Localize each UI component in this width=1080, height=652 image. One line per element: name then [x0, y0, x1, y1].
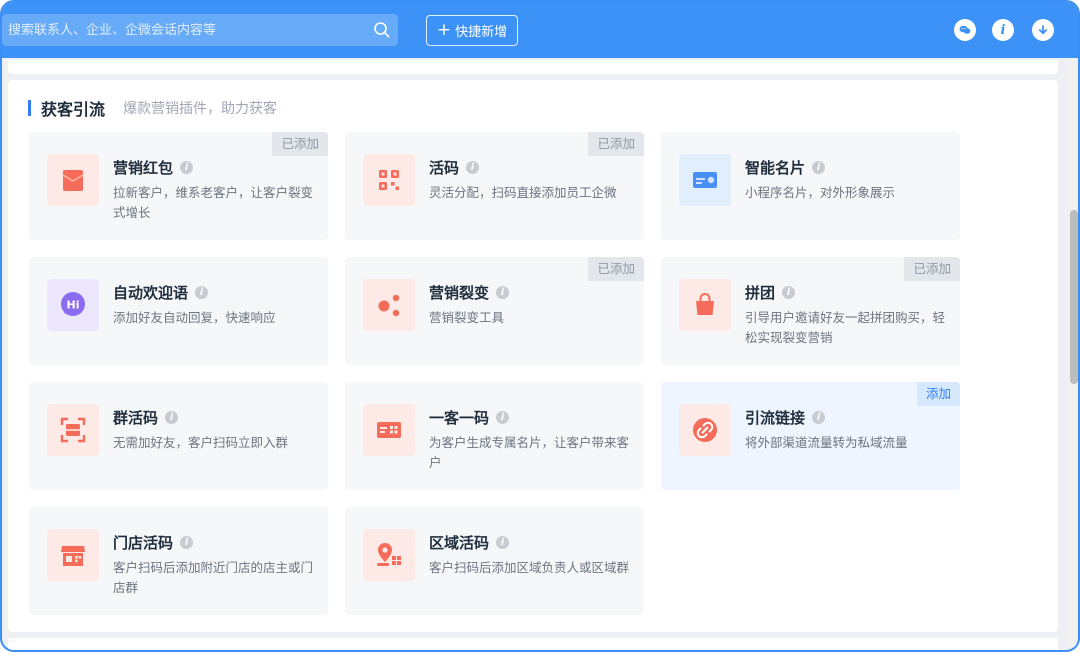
info-icon[interactable]: i: [165, 411, 179, 424]
plugin-card-welcome-message[interactable]: Hi 自动欢迎语 i 添加好友自动回复，快速响应: [29, 257, 328, 365]
added-badge: 已添加: [588, 132, 644, 156]
card-description: 小程序名片，对外形象展示: [745, 185, 896, 200]
info-icon[interactable]: i: [496, 286, 510, 299]
scrollbar-thumb[interactable]: [1070, 210, 1078, 384]
plugin-card-smart-card[interactable]: 智能名片 i 小程序名片，对外形象展示: [661, 132, 960, 240]
info-icon[interactable]: i: [496, 411, 510, 424]
next-section-edge: [8, 638, 1058, 650]
card-title: 群活码: [113, 409, 159, 427]
card-description: 无需加好友，客户扫码立即入群: [113, 435, 289, 450]
card-description: 客户扫码后添加附近门店的店主或门店群: [113, 560, 314, 595]
search-box[interactable]: [2, 14, 398, 46]
search-input[interactable]: [8, 22, 366, 38]
card-description: 客户扫码后添加区域负责人或区域群: [429, 560, 630, 575]
card-description: 营销裂变工具: [429, 310, 505, 325]
card-title: 营销裂变: [429, 284, 490, 302]
info-icon[interactable]: i: [180, 536, 194, 549]
qr-code-icon: [363, 154, 415, 206]
scan-group-icon: [47, 404, 99, 456]
info-icon[interactable]: i: [992, 19, 1014, 41]
card-title: 智能名片: [745, 159, 806, 177]
info-icon[interactable]: i: [180, 161, 194, 174]
card-description: 灵活分配，扫码直接添加员工企微: [429, 185, 617, 200]
card-title: 营销红包: [113, 159, 174, 177]
card-title: 拼团: [745, 284, 776, 302]
quick-add-button[interactable]: + 快捷新增: [426, 15, 518, 46]
plugin-card-store-code[interactable]: 门店活码 i 客户扫码后添加附近门店的店主或门店群: [29, 507, 328, 615]
card-title: 门店活码: [113, 534, 174, 552]
plugin-card-one-customer-code[interactable]: 一客一码 i 为客户生成专属名片，让客户带来客户: [345, 382, 644, 490]
red-envelope-icon: [47, 154, 99, 206]
download-icon[interactable]: [1032, 19, 1054, 41]
added-badge: 已添加: [904, 257, 960, 281]
app-window: + 快捷新增 i 获客引流 爆款营销插件，助力获客 已添加 营销红包 i 拉新客户…: [0, 0, 1080, 652]
plugin-card-region-code[interactable]: 区域活码 i 客户扫码后添加区域负责人或区域群: [345, 507, 644, 615]
top-bar: + 快捷新增 i: [2, 2, 1078, 58]
card-description: 将外部渠道流量转为私域流量: [745, 435, 908, 450]
info-icon[interactable]: i: [496, 536, 510, 549]
section-subtitle: 爆款营销插件，助力获客: [123, 101, 278, 117]
plugin-card-red-envelope[interactable]: 已添加 营销红包 i 拉新客户，维系老客户，让客户裂变式增长: [29, 132, 328, 240]
quick-add-label: 快捷新增: [455, 25, 508, 40]
location-code-icon: [363, 529, 415, 581]
acquisition-panel: 获客引流 爆款营销插件，助力获客 已添加 营销红包 i 拉新客户，维系老客户，让客…: [8, 80, 1058, 632]
card-title: 区域活码: [429, 534, 490, 552]
fission-dots-icon: [363, 279, 415, 331]
info-icon[interactable]: i: [195, 286, 209, 299]
added-badge: 已添加: [272, 132, 328, 156]
store-icon: [47, 529, 99, 581]
card-title: 活码: [429, 159, 460, 177]
card-description: 拉新客户，维系老客户，让客户裂变式增长: [113, 185, 314, 220]
plugin-card-traffic-link[interactable]: 添加 引流链接 i 将外部渠道流量转为私域流量: [661, 382, 960, 490]
plugin-card-fission[interactable]: 已添加 营销裂变 i 营销裂变工具: [345, 257, 644, 365]
section-accent-bar: [28, 100, 31, 116]
search-icon[interactable]: [366, 14, 398, 46]
wechat-icon[interactable]: [954, 19, 976, 41]
info-icon[interactable]: i: [812, 161, 826, 174]
shopping-bag-icon: [679, 279, 731, 331]
card-description: 为客户生成专属名片，让客户带来客户: [429, 435, 630, 470]
card-description: 引导用户邀请好友一起拼团购买，轻松实现裂变营销: [745, 310, 946, 345]
plugin-card-group-code[interactable]: 群活码 i 无需加好友，客户扫码立即入群: [29, 382, 328, 490]
added-badge: 已添加: [588, 257, 644, 281]
card-title: 引流链接: [745, 409, 806, 427]
plugin-card-live-code[interactable]: 已添加 活码 i 灵活分配，扫码直接添加员工企微: [345, 132, 644, 240]
previous-section-edge: [8, 60, 1058, 74]
info-icon[interactable]: i: [466, 161, 480, 174]
info-icon[interactable]: i: [812, 411, 826, 424]
section-title: 获客引流: [41, 100, 106, 119]
card-description: 添加好友自动回复，快速响应: [113, 310, 276, 325]
business-card-icon: [679, 154, 731, 206]
hi-chat-icon: Hi: [47, 279, 99, 331]
plugin-card-group-buy[interactable]: 已添加 拼团 i 引导用户邀请好友一起拼团购买，轻松实现裂变营销: [661, 257, 960, 365]
card-title: 一客一码: [429, 409, 490, 427]
add-button[interactable]: 添加: [916, 382, 960, 406]
svg-text:Hi: Hi: [67, 299, 80, 312]
card-title: 自动欢迎语: [113, 284, 189, 302]
section-header: 获客引流 爆款营销插件，助力获客: [28, 96, 277, 120]
link-icon: [679, 404, 731, 456]
info-icon[interactable]: i: [782, 286, 796, 299]
plus-icon: +: [436, 20, 452, 40]
customer-code-icon: [363, 404, 415, 456]
